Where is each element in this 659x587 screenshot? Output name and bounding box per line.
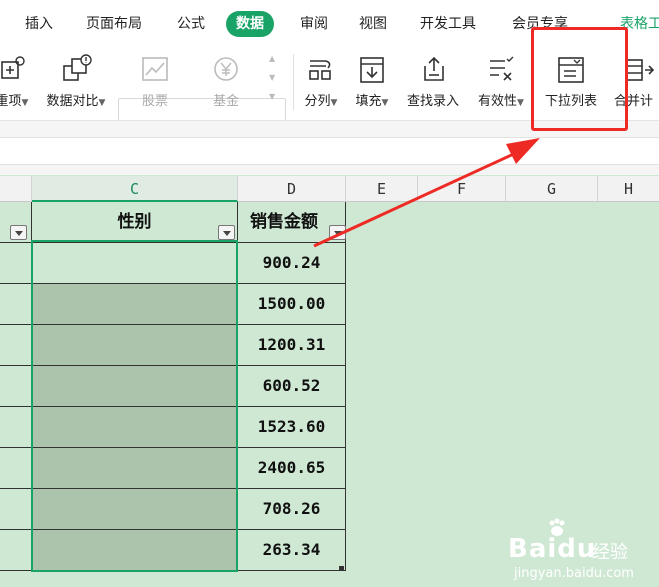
spreadsheet-window: 插入 页面布局 公式 数据 审阅 视图 开发工具 会员专享 表格工 重项▼ 数据… [0, 0, 659, 587]
annotation-arrow [313, 138, 540, 248]
watermark-sub: 经验 [592, 542, 628, 563]
baidu-watermark: Baidu 经验 jingyan.baidu.com [508, 518, 658, 586]
watermark-brand: Baidu [508, 534, 597, 564]
watermark-url: jingyan.baidu.com [514, 566, 634, 581]
